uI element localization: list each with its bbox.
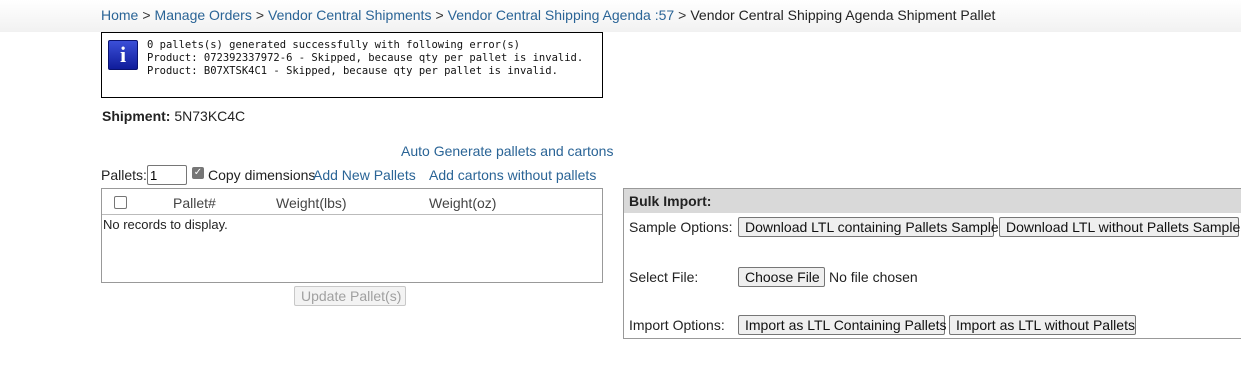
choose-file-button[interactable]: Choose File	[738, 267, 825, 287]
breadcrumb-current: Vendor Central Shipping Agenda Shipment …	[690, 7, 996, 23]
grid-header: Pallet# Weight(lbs) Weight(oz)	[102, 189, 602, 215]
update-pallets-button[interactable]: Update Pallet(s)	[294, 286, 406, 306]
download-ltl-no-pallets-sample-button[interactable]: Download LTL without Pallets Sample	[999, 217, 1240, 237]
select-file-label: Select File:	[629, 269, 699, 285]
shipment-info: Shipment: 5N73KC4C	[102, 108, 245, 124]
copy-dimensions-label: Copy dimensions	[208, 167, 316, 183]
bulk-import-panel: Bulk Import: Sample Options: Download LT…	[623, 188, 1241, 339]
message-line: Product: 072392337972-6 - Skipped, becau…	[147, 52, 584, 64]
info-icon: i	[108, 40, 138, 70]
copy-dimensions-checkbox[interactable]: ✓	[192, 167, 204, 179]
message-line: 0 pallets(s) generated successfully with…	[147, 39, 520, 51]
breadcrumb-vc-shipments[interactable]: Vendor Central Shipments	[268, 7, 431, 23]
download-ltl-pallets-sample-button[interactable]: Download LTL containing Pallets Sample	[738, 217, 999, 237]
message-box: i 0 pallets(s) generated successfully wi…	[101, 32, 603, 98]
breadcrumb-separator: >	[678, 7, 687, 23]
message-line: Product: B07XTSK4C1 - Skipped, because q…	[147, 65, 558, 77]
import-ltl-pallets-button[interactable]: Import as LTL Containing Pallets	[738, 315, 947, 335]
message-text: 0 pallets(s) generated successfully with…	[147, 39, 583, 78]
sample-options-label: Sample Options:	[629, 219, 733, 235]
no-file-chosen-text: No file chosen	[829, 269, 918, 285]
grid-empty-message: No records to display.	[103, 217, 228, 232]
pallets-grid: Pallet# Weight(lbs) Weight(oz) No record…	[101, 188, 603, 283]
breadcrumb-home[interactable]: Home	[101, 7, 138, 23]
breadcrumb-separator: >	[435, 7, 444, 23]
column-header-pallet[interactable]: Pallet#	[173, 195, 216, 211]
breadcrumb-separator: >	[255, 7, 265, 23]
bulk-import-title: Bulk Import:	[624, 189, 1241, 213]
column-header-weight-oz[interactable]: Weight(oz)	[429, 195, 496, 211]
add-cartons-link[interactable]: Add cartons without pallets	[429, 167, 596, 183]
add-new-pallets-link[interactable]: Add New Pallets	[313, 167, 416, 183]
import-options-label: Import Options:	[629, 317, 725, 333]
breadcrumb-manage-orders[interactable]: Manage Orders	[155, 7, 252, 23]
pallets-label: Pallets:	[101, 167, 147, 183]
breadcrumb: Home > Manage Orders > Vendor Central Shipme…	[101, 7, 995, 23]
select-all-checkbox[interactable]	[114, 196, 127, 209]
column-header-weight-lbs[interactable]: Weight(lbs)	[276, 195, 347, 211]
import-ltl-no-pallets-button[interactable]: Import as LTL without Pallets	[949, 315, 1136, 335]
shipment-value: 5N73KC4C	[174, 108, 246, 124]
breadcrumb-separator: >	[142, 7, 151, 23]
pallets-count-input[interactable]	[147, 165, 187, 185]
breadcrumb-vc-agenda[interactable]: Vendor Central Shipping Agenda :57	[448, 7, 675, 23]
shipment-label: Shipment:	[102, 108, 171, 124]
auto-generate-link[interactable]: Auto Generate pallets and cartons	[401, 143, 613, 159]
